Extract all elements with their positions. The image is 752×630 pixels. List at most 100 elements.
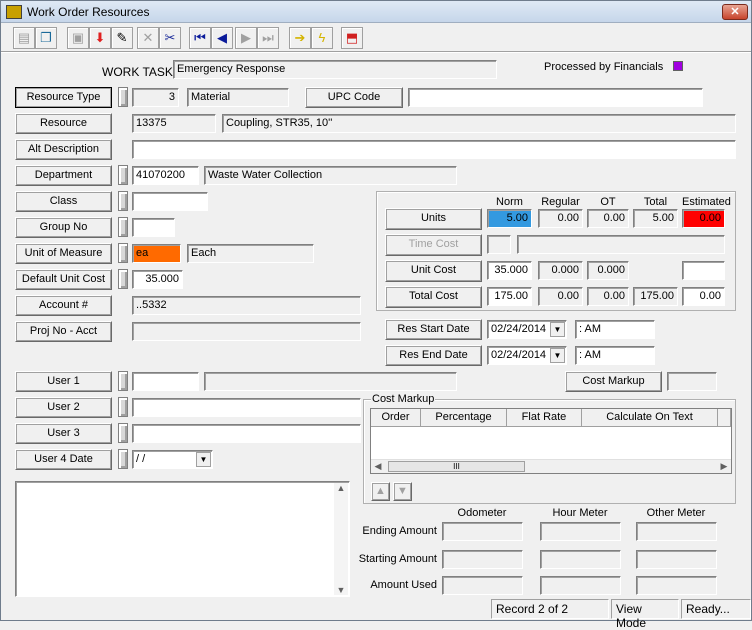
proj-no-acct-button[interactable]: Proj No - Acct (15, 321, 112, 342)
scroll-right-icon[interactable]: ▶ (719, 461, 729, 472)
user2-button[interactable]: User 2 (15, 397, 112, 418)
toolbar-button-delete[interactable]: ✕ (137, 27, 159, 49)
res-end-time-input[interactable]: : AM (575, 346, 655, 365)
previous-record-icon: ◀ (217, 30, 227, 45)
column-header-calculate-on-text[interactable]: Calculate On Text (582, 409, 718, 427)
time-cost-description (517, 235, 725, 254)
department-button[interactable]: Department (15, 165, 112, 186)
meter-field (540, 576, 621, 595)
toolbar-button-go-arrow[interactable]: ➔ (289, 27, 311, 49)
class-input[interactable] (132, 192, 208, 211)
chevron-down-icon[interactable]: ▼ (550, 348, 565, 363)
toolbar-button-add-record[interactable]: ⬇ (89, 27, 111, 49)
column-header-percentage[interactable]: Percentage (421, 409, 507, 427)
toolbar-button-save[interactable]: ▣ (67, 27, 89, 49)
default-unit-cost-button[interactable]: Default Unit Cost (15, 269, 112, 290)
unit-cost-estimated[interactable] (682, 261, 725, 280)
user3-lookup[interactable] (118, 423, 128, 443)
column-header-order[interactable]: Order (371, 409, 421, 427)
cost-markup-grid[interactable]: Order Percentage Flat Rate Calculate On … (370, 408, 732, 474)
res-end-date-picker[interactable]: 02/24/2014 ▼ (487, 346, 567, 365)
units-ot: 0.00 (587, 209, 629, 228)
upc-code-input[interactable] (408, 88, 703, 107)
time-cost-button[interactable]: Time Cost (385, 234, 482, 256)
toolbar-button-last-record[interactable]: ⏭ (257, 27, 279, 49)
user3-button[interactable]: User 3 (15, 423, 112, 444)
memo-textarea[interactable] (15, 481, 350, 597)
cost-header-regular: Regular (541, 196, 580, 208)
toolbar-button-properties[interactable]: ▤ (13, 27, 35, 49)
class-button[interactable]: Class (15, 191, 112, 212)
alt-description-input[interactable] (132, 140, 736, 159)
department-lookup[interactable] (118, 165, 128, 185)
default-unit-cost-input[interactable]: 35.000 (132, 270, 183, 289)
department-code-input[interactable]: 41070200 (132, 166, 199, 185)
work-task-label: WORK TASK (102, 65, 173, 79)
total-cost-norm[interactable]: 175.00 (487, 287, 532, 306)
unit-of-measure-button[interactable]: Unit of Measure (15, 243, 112, 264)
user4-lookup[interactable] (118, 449, 128, 469)
status-mode: View Mode (611, 599, 679, 630)
user1-input[interactable] (132, 372, 199, 391)
units-button[interactable]: Units (385, 208, 482, 230)
res-start-date-button[interactable]: Res Start Date (385, 319, 482, 340)
res-end-date-button[interactable]: Res End Date (385, 345, 482, 366)
scroll-left-icon[interactable]: ◀ (373, 461, 383, 472)
user1-lookup[interactable] (118, 371, 128, 391)
unit-cost-ot: 0.000 (587, 261, 629, 280)
account-button[interactable]: Account # (15, 295, 112, 316)
user2-lookup[interactable] (118, 397, 128, 417)
first-record-icon: ⏮ (194, 30, 206, 45)
resource-button[interactable]: Resource (15, 113, 112, 134)
meter-field (636, 550, 717, 569)
user1-button[interactable]: User 1 (15, 371, 112, 392)
toolbar-button-copy-record[interactable]: ❐ (35, 27, 57, 49)
class-lookup[interactable] (118, 191, 128, 211)
resource-description: Coupling, STR35, 10'' (222, 114, 736, 133)
meter-field (636, 576, 717, 595)
chevron-down-icon[interactable]: ▼ (550, 322, 565, 337)
user1-description (204, 372, 457, 391)
meter-row-label: Amount Used (370, 579, 437, 591)
toolbar-button-cut[interactable]: ✂ (159, 27, 181, 49)
move-up-button[interactable]: ▲ (371, 482, 390, 501)
toolbar-button-lightning[interactable]: ϟ (311, 27, 333, 49)
status-record: Record 2 of 2 (491, 599, 609, 619)
res-start-time-input[interactable]: : AM (575, 320, 655, 339)
toolbar-button-edit-pencil[interactable]: ✎ (111, 27, 133, 49)
res-start-date-value: 02/24/2014 (491, 323, 547, 335)
scroll-thumb[interactable]: III (388, 461, 525, 472)
group-no-lookup[interactable] (118, 217, 128, 237)
toolbar-button-exit[interactable]: ⬒ (341, 27, 363, 49)
unit-of-measure-code[interactable]: ea (132, 244, 181, 263)
default-unit-cost-lookup[interactable] (118, 269, 128, 289)
toolbar-button-first-record[interactable]: ⏮ (189, 27, 211, 49)
total-cost-estimated[interactable]: 0.00 (682, 287, 725, 306)
scroll-up-icon[interactable]: ▲ (334, 483, 348, 493)
user3-input[interactable] (132, 424, 361, 443)
resource-type-button[interactable]: Resource Type (15, 87, 112, 108)
unit-cost-button[interactable]: Unit Cost (385, 260, 482, 282)
alt-description-button[interactable]: Alt Description (15, 139, 112, 160)
chevron-down-icon[interactable]: ▼ (196, 452, 211, 467)
horizontal-scrollbar[interactable]: ◀ III ▶ (371, 459, 731, 473)
meter-header-odometer: Odometer (457, 507, 507, 519)
toolbar-button-next-record[interactable]: ▶ (235, 27, 257, 49)
user2-input[interactable] (132, 398, 361, 417)
close-button[interactable]: ✕ (722, 4, 748, 20)
upc-code-button[interactable]: UPC Code (305, 87, 403, 108)
toolbar-button-previous-record[interactable]: ◀ (211, 27, 233, 49)
group-no-button[interactable]: Group No (15, 217, 112, 238)
res-start-date-picker[interactable]: 02/24/2014 ▼ (487, 320, 567, 339)
res-end-date-value: 02/24/2014 (491, 349, 547, 361)
group-no-input[interactable] (132, 218, 175, 237)
column-header-flat-rate[interactable]: Flat Rate (507, 409, 582, 427)
user4-date-picker[interactable]: / / ▼ (132, 450, 213, 469)
unit-of-measure-lookup[interactable] (118, 243, 128, 263)
move-down-button[interactable]: ▼ (393, 482, 412, 501)
user4-date-button[interactable]: User 4 Date (15, 449, 112, 470)
cost-markup-button[interactable]: Cost Markup (565, 371, 662, 392)
unit-cost-norm[interactable]: 35.000 (487, 261, 532, 280)
resource-type-lookup[interactable] (118, 87, 128, 107)
total-cost-button[interactable]: Total Cost (385, 286, 482, 308)
